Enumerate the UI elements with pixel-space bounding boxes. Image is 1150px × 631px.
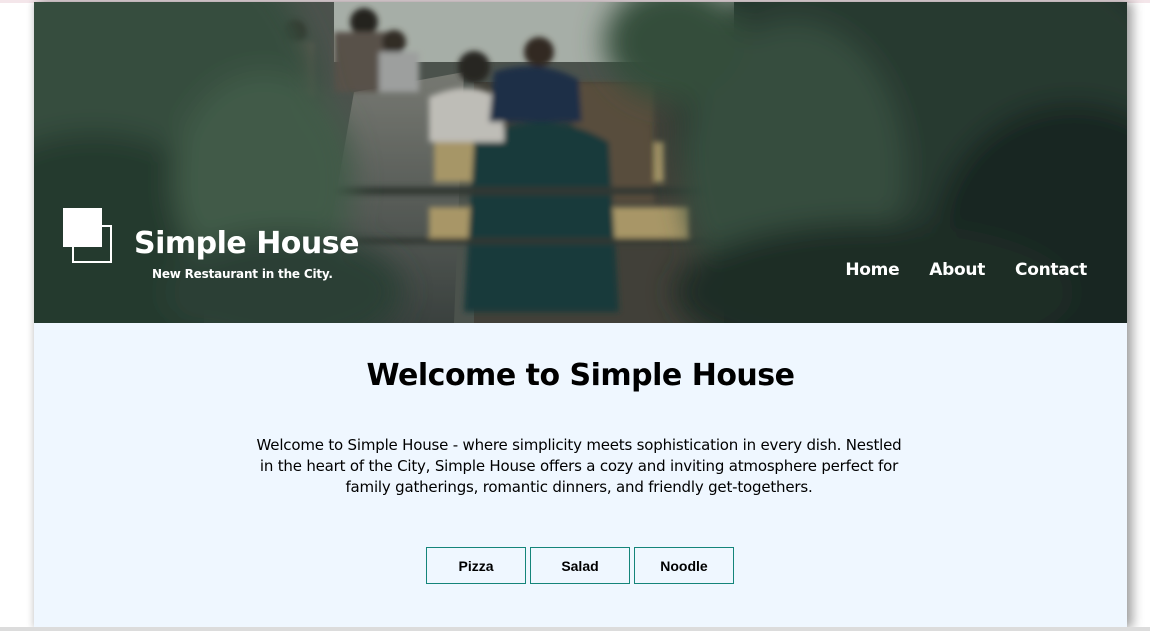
menu-category-tabs: Pizza Salad Noodle — [426, 547, 734, 584]
hero-header: Simple House New Restaurant in the City.… — [34, 2, 1127, 323]
nav-about-link[interactable]: About — [929, 260, 985, 280]
tab-salad[interactable]: Salad — [530, 547, 630, 584]
tab-noodle[interactable]: Noodle — [634, 547, 734, 584]
page-container: Simple House New Restaurant in the City.… — [34, 2, 1127, 628]
nav-home-link[interactable]: Home — [845, 260, 899, 280]
bottom-edge-strip — [0, 627, 1150, 631]
tab-pizza[interactable]: Pizza — [426, 547, 526, 584]
logo-filled-square — [63, 208, 102, 247]
welcome-heading: Welcome to Simple House — [366, 358, 795, 394]
logo-icon[interactable] — [63, 208, 117, 268]
site-title[interactable]: Simple House — [134, 226, 359, 261]
main-nav: Home About Contact — [845, 260, 1087, 280]
site-tagline: New Restaurant in the City. — [152, 267, 333, 281]
intro-paragraph: Welcome to Simple House - where simplici… — [256, 436, 902, 496]
nav-contact-link[interactable]: Contact — [1015, 260, 1087, 280]
